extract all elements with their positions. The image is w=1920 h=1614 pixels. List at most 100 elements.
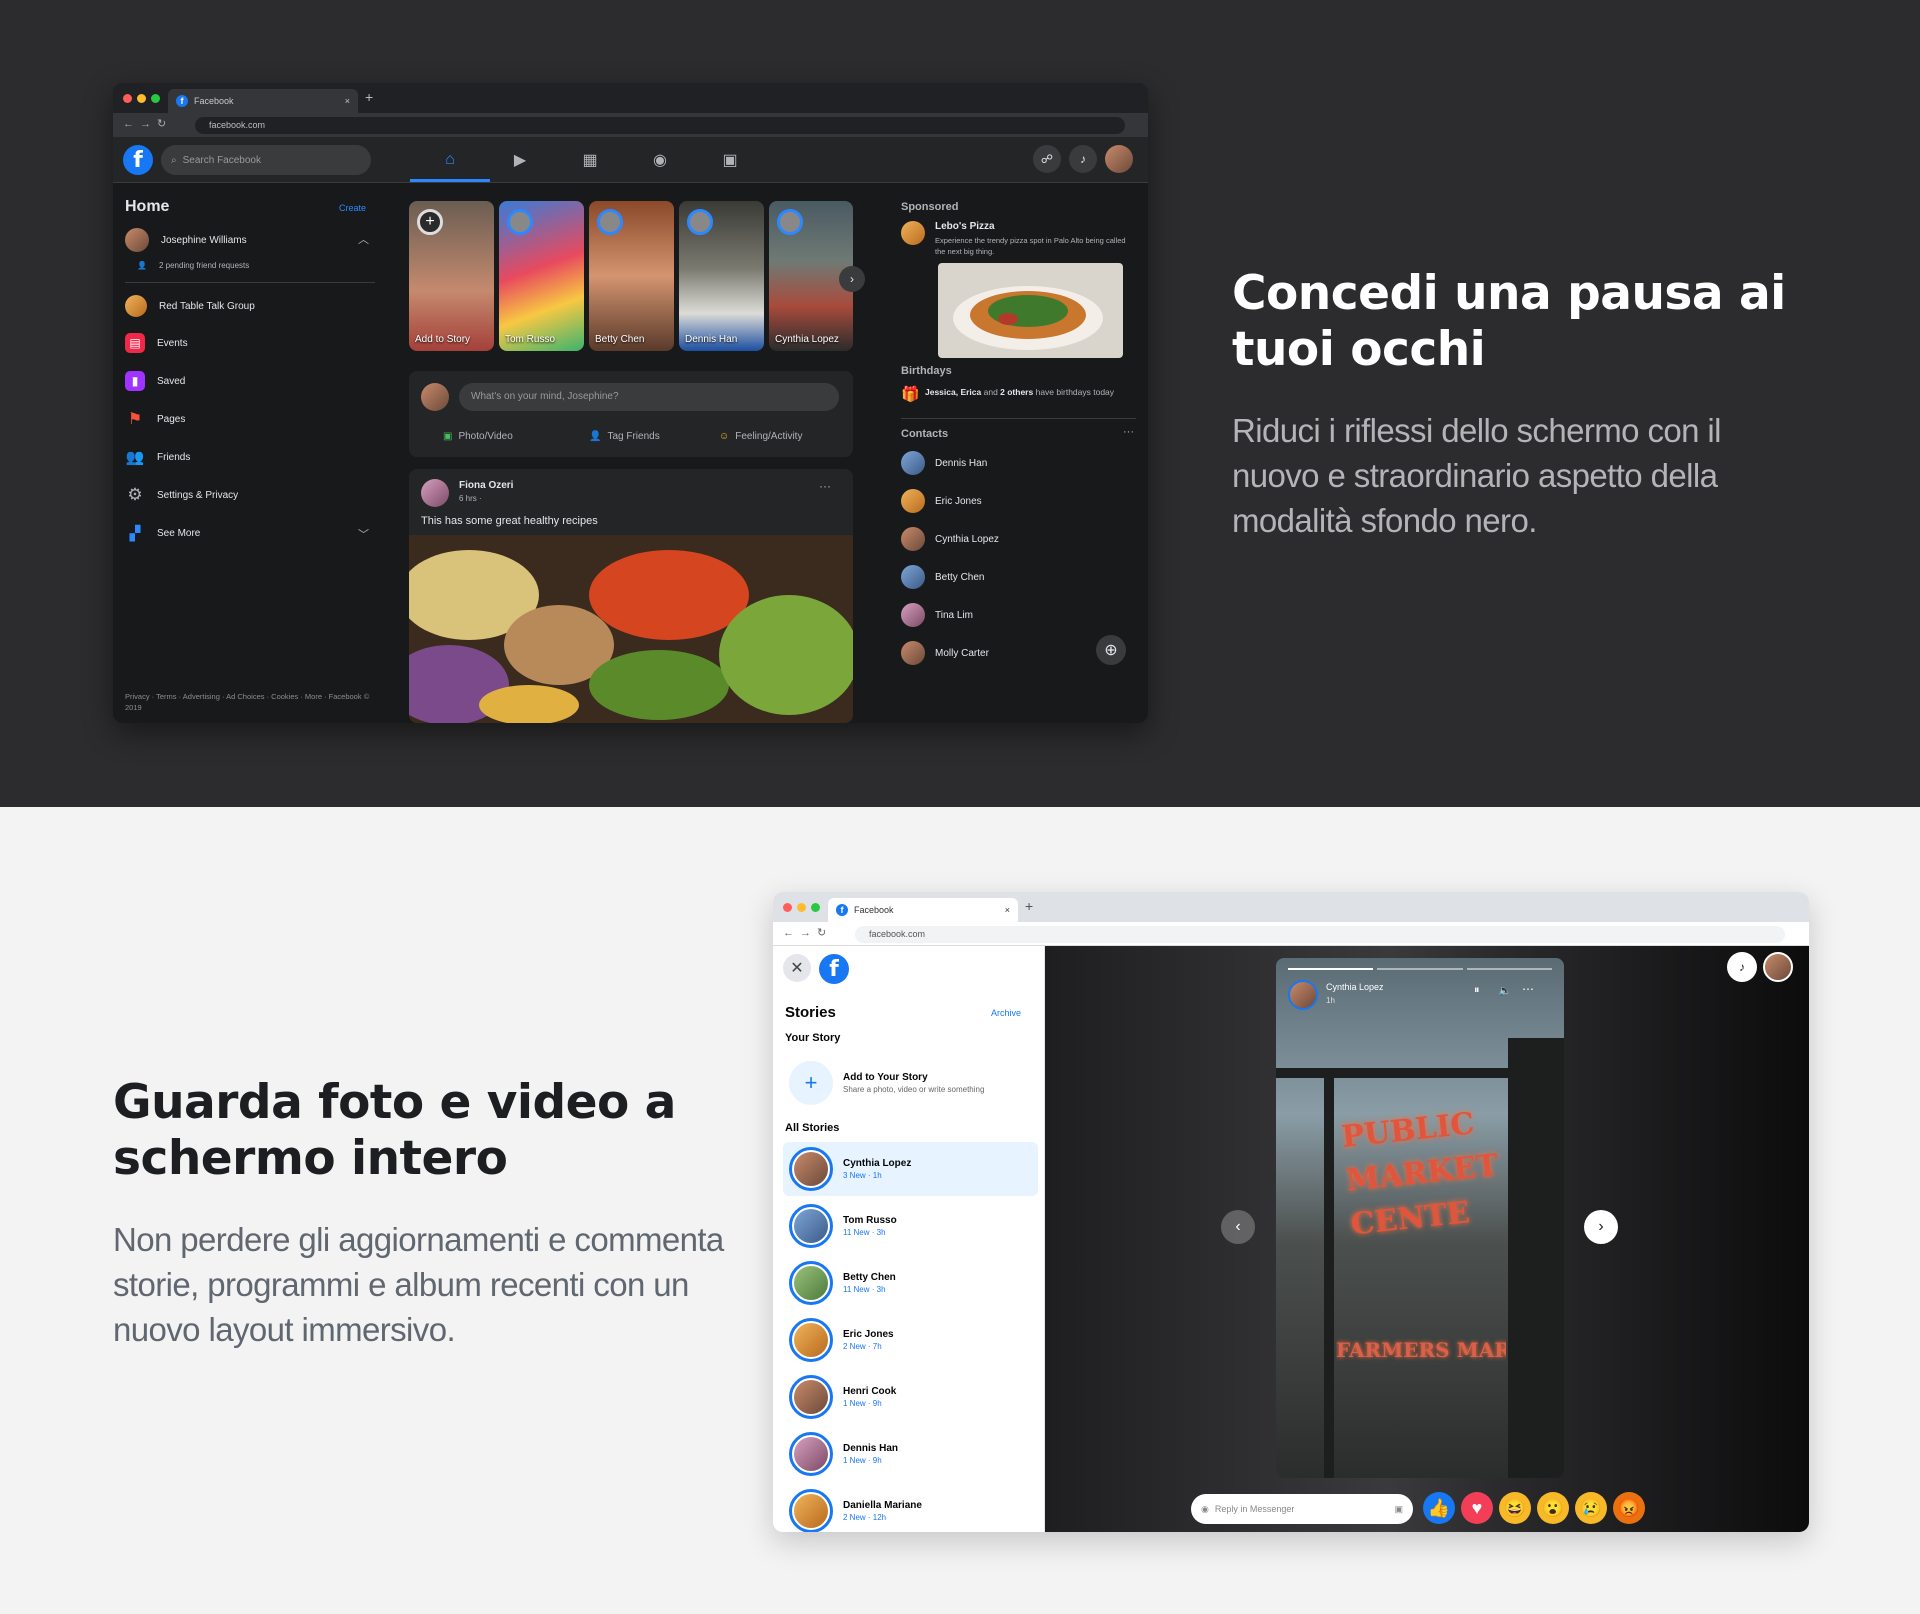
facebook-logo-icon[interactable]: f: [123, 145, 153, 175]
sidebar-item-settings[interactable]: ⚙ Settings & Privacy: [125, 485, 238, 505]
story-list-item[interactable]: Cynthia Lopez 3 New · 1h: [783, 1142, 1038, 1196]
watch-icon[interactable]: ▶: [500, 147, 540, 173]
notifications-icon[interactable]: ♪: [1727, 952, 1757, 982]
more-options-icon[interactable]: ···: [819, 479, 831, 493]
new-message-icon[interactable]: ⊕: [1096, 635, 1126, 665]
sidebar-item-pages[interactable]: ⚑ Pages: [125, 409, 186, 429]
story-card[interactable]: + Add to Story: [409, 201, 494, 351]
maximize-dot[interactable]: [811, 903, 820, 912]
story-list-item[interactable]: Betty Chen 11 New · 3h: [783, 1256, 1038, 1310]
new-tab-icon[interactable]: +: [365, 89, 373, 105]
close-tab-icon[interactable]: ×: [345, 96, 350, 106]
browser-tab[interactable]: f Facebook ×: [828, 898, 1018, 922]
close-dot[interactable]: [783, 903, 792, 912]
contacts-options-icon[interactable]: ···: [1123, 426, 1134, 438]
sidebar-item-see-more[interactable]: ▞ See More: [125, 523, 201, 543]
wow-reaction-icon[interactable]: 😮: [1537, 1492, 1569, 1524]
ad-logo[interactable]: [901, 221, 925, 245]
next-story-arrow-icon[interactable]: ›: [1584, 1210, 1618, 1244]
story-name: Add to Story: [415, 334, 471, 345]
story-card[interactable]: Betty Chen: [589, 201, 674, 351]
contact-avatar: [901, 603, 925, 627]
create-link[interactable]: Create: [339, 203, 366, 213]
story-list-item[interactable]: Tom Russo 11 New · 3h: [783, 1199, 1038, 1253]
sidebar-item-friends[interactable]: 👥 Friends: [125, 447, 191, 467]
ad-name[interactable]: Lebo's Pizza: [935, 221, 995, 232]
ad-image[interactable]: [938, 263, 1123, 358]
sidebar-item-saved[interactable]: ▮ Saved: [125, 371, 185, 391]
previous-story-arrow-icon[interactable]: ‹: [1221, 1210, 1255, 1244]
add-to-story-row[interactable]: + Add to Your Story Share a photo, video …: [783, 1056, 1038, 1110]
contact-item[interactable]: Tina Lim: [901, 603, 973, 627]
profile-avatar[interactable]: [1763, 952, 1793, 982]
tag-friends-button[interactable]: 👤 Tag Friends: [589, 431, 660, 442]
profile-avatar[interactable]: [1105, 145, 1133, 173]
like-reaction-icon[interactable]: 👍: [1423, 1492, 1455, 1524]
minimize-dot[interactable]: [797, 903, 806, 912]
sidebar-item-group[interactable]: Red Table Talk Group: [125, 295, 255, 317]
story-avatar: [687, 209, 713, 235]
notifications-icon[interactable]: ♪: [1069, 145, 1097, 173]
birthday-text[interactable]: Jessica, Erica and 2 others have birthda…: [925, 386, 1135, 398]
story-list-item[interactable]: Dennis Han 1 New · 9h: [783, 1427, 1038, 1481]
gaming-icon[interactable]: ▣: [710, 147, 750, 173]
post-image[interactable]: [409, 535, 853, 723]
marketplace-icon[interactable]: ▦: [570, 147, 610, 173]
story-card[interactable]: Dennis Han: [679, 201, 764, 351]
contact-item[interactable]: Molly Carter: [901, 641, 989, 665]
story-author[interactable]: Cynthia Lopez: [1326, 982, 1384, 992]
story-list-item[interactable]: Henri Cook 1 New · 9h: [783, 1370, 1038, 1424]
facebook-logo-icon[interactable]: f: [819, 954, 849, 984]
footer-links[interactable]: Privacy · Terms · Advertising · Ad Choic…: [125, 691, 370, 713]
minimize-dot[interactable]: [137, 94, 146, 103]
reply-input[interactable]: ◉ Reply in Messenger ▣: [1191, 1494, 1413, 1524]
angry-reaction-icon[interactable]: 😡: [1613, 1492, 1645, 1524]
post-author[interactable]: Fiona Ozeri: [459, 480, 513, 491]
more-options-icon[interactable]: ⋯: [1522, 982, 1534, 996]
chevron-down-icon[interactable]: ﹀: [358, 526, 369, 542]
volume-icon[interactable]: 🔈: [1498, 984, 1512, 997]
story-list-item[interactable]: Daniella Mariane 2 New · 12h: [783, 1484, 1038, 1532]
sad-reaction-icon[interactable]: 😢: [1575, 1492, 1607, 1524]
groups-icon[interactable]: ◉: [640, 147, 680, 173]
plus-icon: +: [789, 1061, 833, 1105]
contact-item[interactable]: Dennis Han: [901, 451, 987, 475]
nav-arrows-icon[interactable]: ←→↻: [123, 117, 172, 130]
search-input[interactable]: ⌕ Search Facebook: [161, 145, 371, 175]
contact-item[interactable]: Betty Chen: [901, 565, 984, 589]
sidebar-item-label: Red Table Talk Group: [159, 300, 255, 312]
browser-tab[interactable]: f Facebook ×: [168, 89, 358, 113]
close-dot[interactable]: [123, 94, 132, 103]
messenger-icon[interactable]: ☍: [1033, 145, 1061, 173]
love-reaction-icon[interactable]: ♥: [1461, 1492, 1493, 1524]
post-author-avatar[interactable]: [421, 479, 449, 507]
feeling-button[interactable]: ☺ Feeling/Activity: [719, 431, 802, 442]
active-tab-indicator: [410, 179, 490, 182]
contact-item[interactable]: Cynthia Lopez: [901, 527, 999, 551]
group-avatar: [125, 295, 147, 317]
contact-item[interactable]: Eric Jones: [901, 489, 982, 513]
pause-icon[interactable]: ⏸: [1474, 984, 1480, 997]
close-tab-icon[interactable]: ×: [1005, 905, 1010, 915]
maximize-dot[interactable]: [151, 94, 160, 103]
nav-arrows-icon[interactable]: ←→↻: [783, 926, 832, 939]
sidebar-item-events[interactable]: ▤ Events: [125, 333, 188, 353]
url-field[interactable]: facebook.com: [855, 926, 1785, 943]
friend-requests-row[interactable]: 👤 2 pending friend requests: [137, 261, 249, 270]
story-avatar-ring: [789, 1318, 833, 1362]
photo-video-button[interactable]: ▣ Photo/Video: [443, 431, 513, 442]
haha-reaction-icon[interactable]: 😆: [1499, 1492, 1531, 1524]
close-icon[interactable]: ✕: [783, 954, 811, 982]
url-field[interactable]: facebook.com: [195, 117, 1125, 134]
story-media[interactable]: Cynthia Lopez 1h ⏸ 🔈 ⋯ PUBLIC MARKET CEN…: [1276, 958, 1564, 1478]
home-icon[interactable]: ⌂: [430, 147, 470, 173]
stories-next-arrow-icon[interactable]: ›: [839, 266, 865, 292]
story-list-item[interactable]: Eric Jones 2 New · 7h: [783, 1313, 1038, 1367]
chevron-up-icon[interactable]: ︿: [358, 231, 369, 247]
story-card[interactable]: Tom Russo: [499, 201, 584, 351]
archive-link[interactable]: Archive: [991, 1008, 1021, 1018]
composer-input[interactable]: What's on your mind, Josephine?: [459, 383, 839, 411]
story-author-avatar[interactable]: [1288, 980, 1318, 1010]
new-tab-icon[interactable]: +: [1025, 898, 1033, 914]
user-row[interactable]: Josephine Williams: [125, 228, 247, 252]
